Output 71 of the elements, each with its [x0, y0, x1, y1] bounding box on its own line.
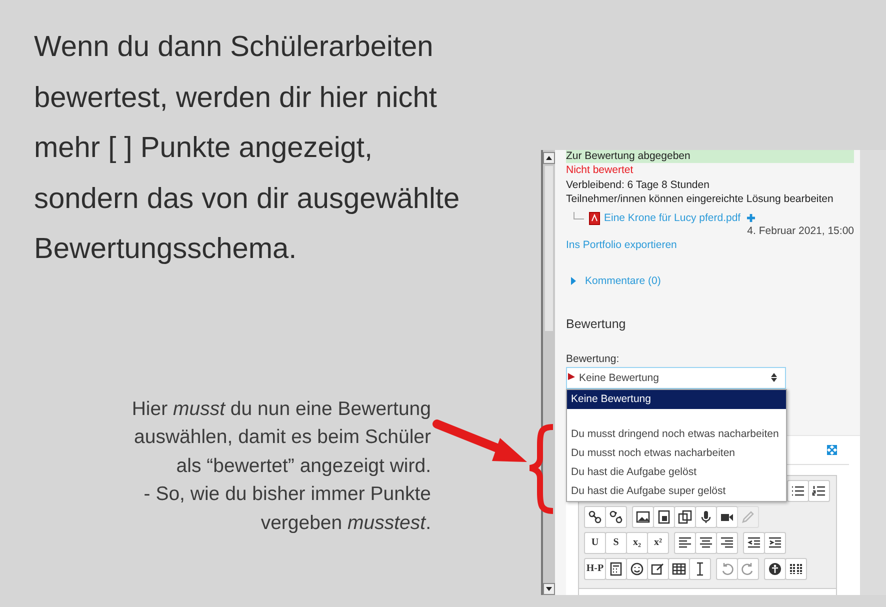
- option-item[interactable]: Du musst noch etwas nacharbeiten: [567, 444, 786, 462]
- submission-status: Zur Bewertung abgegeben: [566, 150, 854, 163]
- media-icon: [657, 510, 671, 524]
- option-item[interactable]: Du musst dringend noch etwas nacharbeiten: [567, 424, 786, 444]
- toolbar-button[interactable]: [632, 506, 654, 528]
- pencil-icon: [741, 510, 755, 524]
- microphone-icon: [699, 510, 713, 524]
- toolbar-button[interactable]: [605, 506, 627, 528]
- format-button[interactable]: H-P: [584, 558, 606, 580]
- grading-status: Nicht bewertet: [566, 163, 634, 178]
- option-item[interactable]: Keine Bewertung: [567, 390, 786, 408]
- toolbar-button[interactable]: [785, 558, 807, 580]
- calculator-icon: [609, 562, 623, 576]
- outdent-icon: [747, 536, 761, 550]
- format-button[interactable]: S: [605, 532, 627, 554]
- scrollbar[interactable]: [541, 150, 555, 595]
- format-button[interactable]: x₂: [626, 532, 648, 554]
- smiley-icon: [630, 562, 644, 576]
- align-left-icon: [678, 536, 692, 550]
- bullet-list-icon: [791, 484, 805, 498]
- align-center-icon: [699, 536, 713, 550]
- image-icon: [636, 510, 650, 524]
- toolbar-button[interactable]: [695, 532, 717, 554]
- file-date: 4. Februar 2021, 15:00: [746, 224, 854, 236]
- redo-icon: [741, 562, 755, 576]
- toolbar-button[interactable]: [605, 558, 627, 580]
- updown-icon: [771, 373, 777, 382]
- indent-icon: [768, 536, 782, 550]
- unlink-icon: [609, 510, 623, 524]
- toolbar-button[interactable]: [764, 532, 786, 554]
- plus-icon: [746, 213, 756, 223]
- toolbar-button[interactable]: [674, 532, 696, 554]
- edit-note: Teilnehmer/innen können eingereichte Lösung bearbeiten: [566, 192, 834, 206]
- edit-icon: [651, 562, 665, 576]
- grade-select[interactable]: Keine Bewertung: [566, 366, 786, 388]
- option-item[interactable]: Du hast die Aufgabe super gelöst: [567, 482, 786, 500]
- link-icon: [588, 510, 602, 524]
- toolbar-button[interactable]: [808, 480, 830, 502]
- toolbar-button[interactable]: [743, 532, 765, 554]
- flag-icon: [568, 372, 575, 380]
- expand-icon: [827, 444, 837, 454]
- tree-line-icon: [573, 212, 585, 222]
- note-text: Hier musst du nun eine Bewertung auswählen, damit es beim Schüler als “bewertet” angezeigt wird. - So, wie du bisher immer Punkte vergeben musstest.: [130, 396, 431, 536]
- format-button[interactable]: x²: [647, 532, 669, 554]
- table-icon: [672, 562, 686, 576]
- toolbar-button[interactable]: [626, 558, 648, 580]
- toolbar-button[interactable]: [653, 506, 675, 528]
- pdf-file-icon: [589, 212, 600, 224]
- toolbar-button[interactable]: [674, 506, 696, 528]
- toolbar-button[interactable]: [584, 506, 606, 528]
- toolbar-button[interactable]: [787, 480, 809, 502]
- toolbar-button[interactable]: [716, 506, 738, 528]
- toolbar-button[interactable]: [764, 558, 786, 580]
- field-label: Bewertung:: [566, 352, 620, 364]
- toolbar-button[interactable]: [716, 532, 738, 554]
- section-title: Bewertung: [566, 316, 627, 330]
- option-item[interactable]: Du hast die Aufgabe gelöst: [567, 462, 786, 482]
- remaining-time: Verbleibend: 6 Tage 8 Stunden: [566, 178, 710, 192]
- toolbar-button[interactable]: [647, 558, 669, 580]
- accessibility-icon: [768, 562, 782, 576]
- align-right-icon: [720, 536, 734, 550]
- grid-icon: [789, 562, 803, 576]
- scroll-thumb[interactable]: [545, 166, 553, 331]
- heading-text: Wenn du dann Schülerarbeiten bewertest, werden dir hier nicht mehr [ ] Punkte angezeigt, sondern das von dir ausgewählte Bewertungsschema.: [34, 30, 461, 267]
- undo-icon: [720, 562, 734, 576]
- numbered-list-icon: [812, 484, 826, 498]
- format-button[interactable]: U: [584, 532, 606, 554]
- toolbar-button[interactable]: [668, 558, 690, 580]
- copy-icon: [678, 510, 692, 524]
- toolbar-button[interactable]: [695, 506, 717, 528]
- toolbar-button[interactable]: [689, 558, 711, 580]
